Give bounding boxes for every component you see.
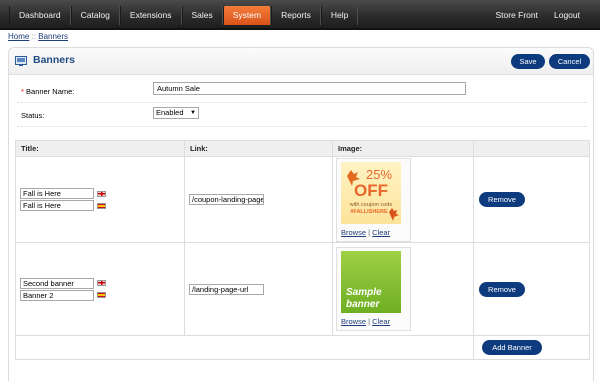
nav-help[interactable]: Help xyxy=(320,6,359,25)
svg-text:OFF: OFF xyxy=(354,181,388,200)
col-title: Title: xyxy=(15,140,185,157)
nav-catalog[interactable]: Catalog xyxy=(70,6,120,25)
nav-extensions[interactable]: Extensions xyxy=(119,6,182,25)
breadcrumb-banners[interactable]: Banners xyxy=(38,32,68,41)
required-marker: * xyxy=(21,87,24,96)
store-front-link[interactable]: Store Front xyxy=(487,6,546,25)
main-nav: Dashboard Catalog Extensions Sales Syste… xyxy=(9,6,359,26)
title-input-en[interactable]: Fall is Here xyxy=(20,188,94,199)
add-banner-cell: Add Banner xyxy=(473,335,590,360)
top-menu-bar: Dashboard Catalog Extensions Sales Syste… xyxy=(0,0,600,30)
banner-images-table: Title: Link: Image: Fall is Here Fall is… xyxy=(15,140,590,360)
banner-form-box: Banners Save Cancel * Banner Name: Autum… xyxy=(8,47,594,381)
col-image: Image: xyxy=(332,140,474,157)
banner-image-thumbnail: Sample banner xyxy=(341,251,401,313)
remove-button[interactable]: Remove xyxy=(479,192,525,207)
title-input-es[interactable]: Fall is Here xyxy=(20,200,94,211)
svg-text:Sample: Sample xyxy=(346,287,382,298)
action-cell: Remove xyxy=(473,156,590,243)
remove-button[interactable]: Remove xyxy=(479,281,525,297)
nav-dashboard[interactable]: Dashboard xyxy=(9,6,71,25)
banner-icon xyxy=(15,56,27,66)
title-input-en[interactable]: Second banner xyxy=(20,277,94,289)
svg-text:25%: 25% xyxy=(366,167,392,182)
nav-system[interactable]: System xyxy=(222,6,272,25)
logout-link[interactable]: Logout xyxy=(546,6,588,25)
banner-name-row: * Banner Name: Autumn Sale xyxy=(17,80,587,103)
table-row: Second banner Banner 2 /landing-page-url xyxy=(15,242,590,336)
image-cell: Sample banner Browse | Clear xyxy=(332,242,474,336)
nav-right: Store Front Logout xyxy=(487,6,588,25)
nav-reports[interactable]: Reports xyxy=(271,6,321,25)
breadcrumb: Home :: Banners xyxy=(8,32,68,41)
browse-link[interactable]: Browse xyxy=(341,228,366,237)
uk-flag-icon xyxy=(97,280,106,286)
title-cell: Fall is Here Fall is Here xyxy=(15,156,185,243)
spain-flag-icon xyxy=(97,292,106,298)
browse-link[interactable]: Browse xyxy=(341,317,366,326)
svg-text:#FALLISHERE: #FALLISHERE xyxy=(350,209,388,215)
banner-name-input[interactable]: Autumn Sale xyxy=(153,82,466,95)
table-footer-row: Add Banner xyxy=(15,335,590,360)
col-action xyxy=(473,140,590,157)
link-cell: /coupon-landing-page xyxy=(184,156,333,243)
link-input[interactable]: /landing-page-url xyxy=(189,283,264,295)
image-cell: 25% OFF with coupon code #FALLISHERE Bro… xyxy=(332,156,474,243)
image-actions: Browse | Clear xyxy=(341,228,406,237)
status-selected-value: Enabled xyxy=(156,108,184,117)
add-banner-button[interactable]: Add Banner xyxy=(482,340,542,355)
breadcrumb-separator: :: xyxy=(29,32,39,41)
link-cell: /landing-page-url xyxy=(184,242,333,336)
title-cell: Second banner Banner 2 xyxy=(15,242,185,336)
status-select[interactable]: Enabled ▼ xyxy=(153,107,199,119)
banner-image-thumbnail: 25% OFF with coupon code #FALLISHERE xyxy=(341,161,401,224)
table-header-row: Title: Link: Image: xyxy=(15,140,590,157)
breadcrumb-home[interactable]: Home xyxy=(8,32,29,41)
nav-sales[interactable]: Sales xyxy=(181,6,223,25)
clear-link[interactable]: Clear xyxy=(372,317,390,326)
link-input[interactable]: /coupon-landing-page xyxy=(189,194,264,205)
title-input-es[interactable]: Banner 2 xyxy=(20,289,94,301)
uk-flag-icon xyxy=(97,190,106,197)
footer-empty-cell xyxy=(15,335,474,360)
col-link: Link: xyxy=(184,140,333,157)
banner-name-label: * Banner Name: xyxy=(21,87,74,96)
save-button[interactable]: Save xyxy=(511,54,545,69)
svg-text:with coupon code: with coupon code xyxy=(349,202,393,208)
svg-text:banner: banner xyxy=(346,299,380,310)
table-row: Fall is Here Fall is Here /coupon-landin… xyxy=(15,156,590,243)
link-separator: | xyxy=(368,227,371,237)
status-label: Status: xyxy=(21,111,45,120)
link-separator: | xyxy=(368,317,371,326)
banner-name-label-text: Banner Name: xyxy=(26,87,75,96)
status-row: Status: Enabled ▼ xyxy=(17,104,587,127)
image-actions: Browse | Clear xyxy=(341,317,406,326)
cancel-button[interactable]: Cancel xyxy=(549,54,590,69)
image-preview: Sample banner Browse | Clear xyxy=(336,247,411,331)
spain-flag-icon xyxy=(97,202,106,209)
action-cell: Remove xyxy=(473,242,590,336)
chevron-down-icon: ▼ xyxy=(190,110,196,116)
image-preview: 25% OFF with coupon code #FALLISHERE Bro… xyxy=(336,157,411,242)
clear-link[interactable]: Clear xyxy=(372,228,390,237)
box-heading: Banners Save Cancel xyxy=(9,48,593,75)
page-title: Banners xyxy=(33,54,76,66)
